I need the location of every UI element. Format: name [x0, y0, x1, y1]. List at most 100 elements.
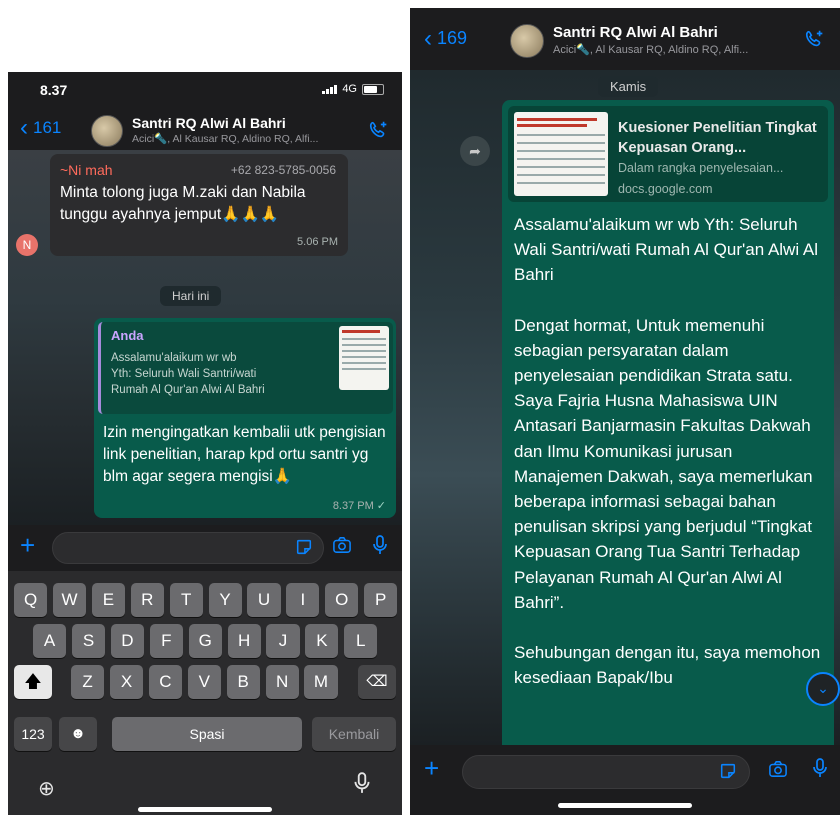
key-u[interactable]: U: [247, 583, 281, 617]
link-title: Kuesioner Penelitian Tingkat Kepuasan Or…: [618, 120, 817, 156]
group-members[interactable]: Acici🔦, Al Kausar RQ, Aldino RQ, Alfi...: [553, 43, 748, 56]
plus-icon[interactable]: +: [20, 530, 35, 561]
message-time: 8.37 PM ✓: [333, 499, 386, 512]
status-time: 8.37: [40, 82, 68, 98]
key-z[interactable]: Z: [71, 665, 105, 699]
key-q[interactable]: Q: [14, 583, 48, 617]
link-domain: docs.google.com: [618, 182, 713, 196]
key-h[interactable]: H: [227, 624, 261, 658]
plus-icon[interactable]: +: [424, 753, 439, 784]
key-d[interactable]: D: [110, 624, 144, 658]
key-l[interactable]: L: [344, 624, 378, 658]
incoming-message[interactable]: ~Ni mah +62 823-5785-0056 Minta tolong j…: [50, 154, 348, 256]
group-members[interactable]: Acici🔦, Al Kausar RQ, Aldino RQ, Alfi...: [132, 132, 318, 145]
sender-avatar[interactable]: N: [16, 234, 38, 256]
sent-check-icon: ✓: [376, 500, 386, 512]
time-text: 8.37 PM: [332, 500, 374, 512]
quoted-line: Rumah Al Qur'an Alwi Al Bahri: [111, 384, 265, 396]
message-paragraph: Assalamu'alaikum wr wb Yth: Seluruh Wali…: [514, 215, 819, 285]
date-separator: Hari ini: [160, 286, 222, 306]
quoted-text: Assalamu'alaikum wr wb Yth: Seluruh Wali…: [111, 350, 265, 398]
microphone-icon[interactable]: [812, 757, 828, 784]
left-phone-screen: 8.37 4G ‹ 161 Santri RQ Alwi Al Bahri Ac…: [8, 72, 402, 815]
message-paragraph: Dengat hormat, Untuk memenuhi sebagian p…: [514, 315, 813, 612]
key-a[interactable]: A: [33, 624, 67, 658]
key-g[interactable]: G: [188, 624, 222, 658]
key-c[interactable]: C: [148, 665, 182, 699]
key-v[interactable]: V: [187, 665, 221, 699]
space-key[interactable]: Spasi: [112, 717, 302, 751]
message-text: Minta tolong juga M.zaki dan Nabila tung…: [60, 184, 306, 223]
key-k[interactable]: K: [305, 624, 339, 658]
unread-count: 169: [437, 28, 468, 48]
group-title[interactable]: Santri RQ Alwi Al Bahri: [553, 24, 718, 41]
sticker-icon[interactable]: [719, 762, 737, 784]
outgoing-message[interactable]: Anda Assalamu'alaikum wr wb Yth: Seluruh…: [94, 318, 396, 518]
group-avatar[interactable]: [510, 24, 544, 58]
right-phone-screen: ‹ 169 Santri RQ Alwi Al Bahri Acici🔦, Al…: [410, 8, 840, 815]
key-p[interactable]: P: [364, 583, 398, 617]
key-i[interactable]: I: [286, 583, 320, 617]
back-chevron-icon: ‹: [424, 24, 432, 52]
sender-name[interactable]: ~Ni mah: [60, 162, 113, 178]
key-y[interactable]: Y: [208, 583, 242, 617]
network-type: 4G: [342, 83, 357, 95]
link-description: Dalam rangka penyelesaian...: [618, 161, 784, 175]
back-button[interactable]: ‹ 169: [424, 24, 468, 52]
quoted-line: Assalamu'alaikum wr wb: [111, 352, 237, 364]
key-m[interactable]: M: [304, 665, 338, 699]
return-key[interactable]: Kembali: [312, 717, 396, 751]
dictation-microphone-icon[interactable]: [353, 771, 371, 800]
battery-icon: [362, 83, 384, 95]
document-thumbnail: [514, 112, 608, 196]
forward-icon[interactable]: ➦: [460, 136, 490, 166]
quoted-reply[interactable]: Anda Assalamu'alaikum wr wb Yth: Seluruh…: [98, 322, 393, 414]
scroll-down-icon[interactable]: ⌄: [806, 672, 840, 706]
key-w[interactable]: W: [52, 583, 87, 617]
key-r[interactable]: R: [130, 583, 164, 617]
group-title[interactable]: Santri RQ Alwi Al Bahri: [132, 115, 286, 131]
status-bar: 8.37 4G: [8, 72, 402, 110]
message-composer: +: [8, 525, 402, 571]
key-x[interactable]: X: [109, 665, 144, 699]
backspace-icon[interactable]: ⌫: [358, 665, 396, 699]
quoted-line: Yth: Seluruh Wali Santri/wati: [111, 368, 257, 380]
add-call-icon[interactable]: [368, 119, 390, 146]
home-indicator: [558, 803, 692, 808]
numbers-key[interactable]: 123: [14, 717, 52, 751]
chat-header: ‹ 169 Santri RQ Alwi Al Bahri Acici🔦, Al…: [410, 8, 840, 71]
unread-count: 161: [33, 118, 62, 137]
key-n[interactable]: N: [265, 665, 299, 699]
shift-icon[interactable]: 🡅: [14, 665, 52, 699]
message-input[interactable]: [52, 532, 324, 564]
key-s[interactable]: S: [71, 624, 106, 658]
key-e[interactable]: E: [91, 583, 125, 617]
message-time: 5.06 PM: [297, 236, 338, 248]
link-preview[interactable]: Kuesioner Penelitian Tingkat Kepuasan Or…: [508, 106, 828, 202]
date-separator: Kamis: [598, 76, 659, 97]
camera-icon[interactable]: [332, 536, 352, 559]
key-f[interactable]: F: [149, 624, 183, 658]
document-thumbnail: [339, 326, 389, 390]
microphone-icon[interactable]: [372, 534, 388, 561]
emoji-icon[interactable]: ☻: [59, 717, 97, 751]
message-text: Izin mengingatkan kembalii utk pengisian…: [103, 424, 386, 485]
outgoing-message[interactable]: Kuesioner Penelitian Tingkat Kepuasan Or…: [502, 100, 834, 760]
group-avatar[interactable]: [91, 115, 123, 147]
message-text: Assalamu'alaikum wr wb Yth: Seluruh Wali…: [514, 212, 824, 690]
sender-phone: +62 823-5785-0056: [230, 163, 336, 177]
key-j[interactable]: J: [266, 624, 300, 658]
keyboard: QWERTYUIOP ASDFGHJKL ZXCVBNM 🡅 ⌫ 123 ☻ Spa…: [8, 571, 402, 815]
message-input[interactable]: [462, 755, 750, 789]
key-b[interactable]: B: [226, 665, 260, 699]
back-button[interactable]: ‹ 161: [20, 116, 62, 140]
message-paragraph: Sehubungan dengan itu, saya memohon kese…: [514, 643, 821, 688]
quoted-sender: Anda: [111, 328, 144, 343]
key-t[interactable]: T: [169, 583, 203, 617]
camera-icon[interactable]: [768, 760, 788, 783]
globe-icon[interactable]: ⊕: [38, 776, 55, 801]
signal-icon: [322, 84, 338, 94]
sticker-icon[interactable]: [295, 538, 313, 560]
key-o[interactable]: O: [325, 583, 359, 617]
add-call-icon[interactable]: [804, 28, 826, 55]
